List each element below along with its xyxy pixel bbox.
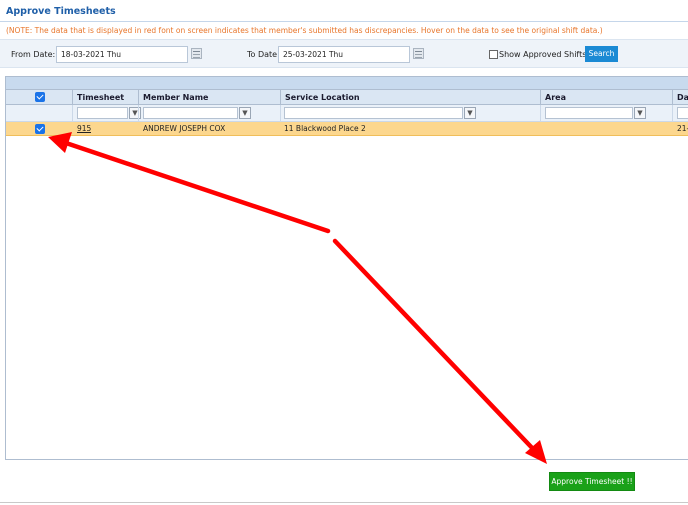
to-date-input[interactable]: 25-03-2021 Thu — [278, 46, 410, 63]
row-select-checkbox[interactable] — [35, 124, 45, 134]
select-all-checkbox[interactable] — [35, 92, 45, 102]
col-separator — [138, 105, 139, 122]
col-separator — [72, 105, 73, 122]
timesheet-filter-icon[interactable]: ▼ — [129, 107, 141, 119]
table-row[interactable]: 915 ANDREW JOSEPH COX 11 Blackwood Place… — [6, 122, 688, 136]
to-calendar-icon[interactable] — [413, 48, 424, 59]
col-area[interactable]: Area — [540, 90, 672, 105]
filter-bar: From Date: 18-03-2021 Thu To Date 25-03-… — [0, 39, 688, 68]
search-button[interactable]: Search — [585, 46, 618, 62]
date-filter-input[interactable] — [677, 107, 688, 119]
col-separator — [540, 105, 541, 122]
col-separator — [672, 105, 673, 122]
from-date-label: From Date: — [11, 50, 56, 59]
area-filter-input[interactable] — [545, 107, 633, 119]
from-date-input[interactable]: 18-03-2021 Thu — [56, 46, 188, 63]
title-divider — [0, 21, 688, 22]
area-filter-icon[interactable]: ▼ — [634, 107, 646, 119]
col-date[interactable]: Dat — [672, 90, 688, 105]
timesheet-grid: Timesheet Member Name Service Location A… — [5, 76, 688, 460]
service-location-cell: 11 Blackwood Place 2 — [284, 124, 366, 133]
page-title: Approve Timesheets — [6, 6, 116, 17]
show-approved-checkbox[interactable] — [489, 50, 498, 59]
discrepancy-note: (NOTE: The data that is displayed in red… — [6, 26, 603, 35]
grid-group-bar — [6, 77, 688, 90]
member-filter-icon[interactable]: ▼ — [239, 107, 251, 119]
filter-row: ▼ ▼ ▼ ▼ — [6, 105, 688, 122]
member-name-cell: ANDREW JOSEPH COX — [143, 124, 226, 133]
timesheet-filter-input[interactable] — [77, 107, 128, 119]
grid-header: Timesheet Member Name Service Location A… — [6, 90, 688, 105]
bottom-divider — [0, 502, 688, 503]
member-filter-input[interactable] — [143, 107, 238, 119]
approve-timesheet-button[interactable]: Approve Timesheet !! — [549, 472, 635, 491]
col-separator — [280, 105, 281, 122]
date-cell: 21- — [677, 124, 688, 133]
col-member-name[interactable]: Member Name — [138, 90, 280, 105]
location-filter-icon[interactable]: ▼ — [464, 107, 476, 119]
from-calendar-icon[interactable] — [191, 48, 202, 59]
col-service-location[interactable]: Service Location — [280, 90, 540, 105]
to-date-label: To Date — [247, 50, 278, 59]
location-filter-input[interactable] — [284, 107, 463, 119]
show-approved-label: Show Approved Shifts — [499, 50, 587, 59]
timesheet-link[interactable]: 915 — [77, 124, 91, 133]
col-timesheet[interactable]: Timesheet — [72, 90, 138, 105]
